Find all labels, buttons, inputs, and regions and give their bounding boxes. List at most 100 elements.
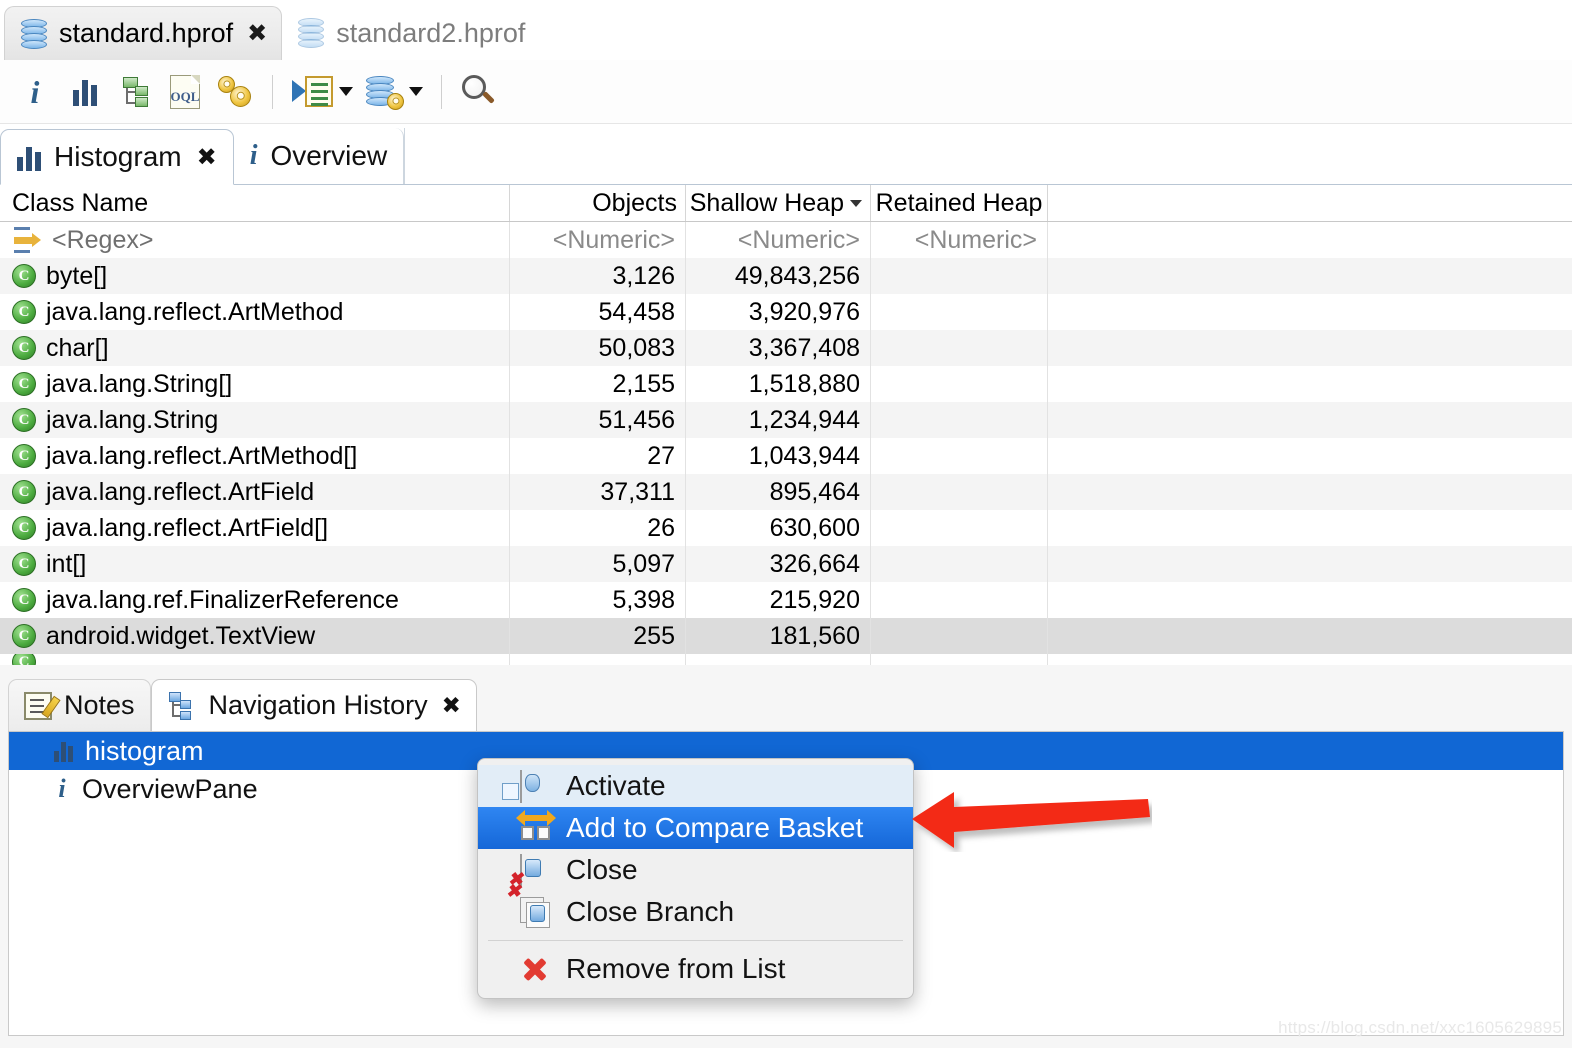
cell-class-name: C java.lang.String <box>0 402 510 438</box>
class-icon: C <box>12 336 36 360</box>
cell-class-name-label: java.lang.reflect.ArtField <box>46 477 315 506</box>
cell-objects: 54,458 <box>510 294 686 330</box>
table-row[interactable]: C int[] 5,097 326,664 <box>0 546 1572 582</box>
dominator-tree-button[interactable] <box>112 69 158 115</box>
table-row[interactable]: C android.widget.TextView 255 181,560 <box>0 618 1572 654</box>
cell-shallow-heap: 215,920 <box>686 582 871 618</box>
editor-tab-standard-hprof[interactable]: standard.hprof ✖ <box>4 6 283 60</box>
editor-tab-label: standard2.hprof <box>336 17 526 48</box>
cell-spacer <box>1048 582 1572 618</box>
find-button[interactable] <box>456 69 502 115</box>
calculate-retained-size-button[interactable] <box>212 69 258 115</box>
cell-class-name: C java.lang.reflect.ArtMethod[] <box>0 438 510 474</box>
cell-spacer <box>1048 546 1572 582</box>
table-row[interactable]: C java.lang.ref.FinalizerReference 5,398… <box>0 582 1572 618</box>
chevron-down-icon[interactable] <box>339 87 353 96</box>
cell-retained-heap <box>871 546 1048 582</box>
table-row[interactable]: C char[] 50,083 3,367,408 <box>0 330 1572 366</box>
filter-cell-retained-heap[interactable]: <Numeric> <box>871 222 1048 258</box>
column-header-objects[interactable]: Objects <box>510 185 686 221</box>
class-icon: C <box>12 624 36 648</box>
tab-label: Notes <box>64 690 135 720</box>
cell-retained-heap <box>871 366 1048 402</box>
menu-item-close-branch[interactable]: ✖ Close Branch <box>478 882 913 933</box>
table-row[interactable]: C java.lang.String 51,456 1,234,944 <box>0 402 1572 438</box>
filter-cell-class-name[interactable]: <Regex> <box>0 222 510 258</box>
filter-cell-shallow-heap[interactable]: <Numeric> <box>686 222 871 258</box>
table-header-row: Class Name Objects Shallow Heap Retained… <box>0 185 1572 222</box>
table-row[interactable]: C java.lang.reflect.ArtMethod 54,458 3,9… <box>0 294 1572 330</box>
cell-spacer <box>1048 258 1572 294</box>
chevron-down-icon[interactable] <box>409 87 423 96</box>
memory-analyzer-window: standard.hprof ✖ standard2.hprof i OQL H… <box>0 0 1572 1048</box>
tab-navigation-history[interactable]: Navigation History ✖ <box>150 679 477 731</box>
cell-spacer <box>1048 510 1572 546</box>
column-header-class-name[interactable]: Class Name <box>0 185 510 221</box>
tab-overview[interactable]: i Overview <box>234 128 405 184</box>
close-dump-icon: ✖ <box>508 854 550 888</box>
cell-shallow-heap: 181,560 <box>686 618 871 654</box>
class-icon: C <box>12 408 36 432</box>
cell-objects: 5,097 <box>510 546 686 582</box>
close-branch-icon: ✖ <box>506 882 550 928</box>
tab-label: Navigation History <box>208 690 428 720</box>
notes-icon <box>24 691 52 720</box>
cell-class-name-label: java.lang.ref.FinalizerReference <box>46 585 399 614</box>
cell-class-name: C char[] <box>0 330 510 366</box>
menu-item-label: Activate <box>566 770 666 801</box>
cell-shallow-heap: 49,843,256 <box>686 258 871 294</box>
filter-cell-objects[interactable]: <Numeric> <box>510 222 686 258</box>
cell-objects: 2,155 <box>510 366 686 402</box>
table-row[interactable]: C byte[] 3,126 49,843,256 <box>0 258 1572 294</box>
cell-class-name-label: int[] <box>46 549 87 578</box>
gears-icon <box>218 75 252 108</box>
cell-class-name-label: byte[] <box>46 261 108 290</box>
table-filter-row[interactable]: <Regex> <Numeric> <Numeric> <Numeric> <box>0 222 1572 258</box>
toolbar-separator <box>441 74 442 109</box>
tab-notes[interactable]: Notes <box>8 679 151 731</box>
table-row-partially-visible[interactable]: C <box>0 654 1572 665</box>
menu-item-remove-from-list[interactable]: Remove from List <box>478 948 913 990</box>
heap-dump-actions-button[interactable] <box>361 69 409 115</box>
column-header-shallow-heap-label: Shallow Heap <box>689 188 844 217</box>
class-icon: C <box>12 654 36 665</box>
column-header-shallow-heap[interactable]: Shallow Heap <box>686 185 871 221</box>
tab-histogram[interactable]: Histogram ✖ <box>0 129 234 185</box>
overview-info-button[interactable]: i <box>12 69 58 115</box>
table-row[interactable]: C java.lang.reflect.ArtField[] 26 630,60… <box>0 510 1572 546</box>
filter-placeholder-regex: <Regex> <box>52 225 154 254</box>
cell-class-name: C java.lang.reflect.ArtMethod <box>0 294 510 330</box>
histogram-button[interactable] <box>62 69 108 115</box>
cell-class-name-label: java.lang.reflect.ArtMethod <box>46 297 344 326</box>
tab-label: Overview <box>270 140 388 171</box>
cell-retained-heap <box>871 402 1048 438</box>
cell-class-name-label: java.lang.String <box>46 405 219 434</box>
oql-document-icon: OQL <box>170 74 200 109</box>
menu-item-activate[interactable]: Activate <box>478 765 913 807</box>
cell-spacer <box>1048 654 1572 665</box>
sort-descending-icon <box>850 199 862 207</box>
cell-spacer <box>1048 618 1572 654</box>
table-row[interactable]: C java.lang.String[] 2,155 1,518,880 <box>0 366 1572 402</box>
run-expert-system-test-button[interactable] <box>287 69 339 115</box>
table-row[interactable]: C java.lang.reflect.ArtField 37,311 895,… <box>0 474 1572 510</box>
cell-spacer <box>1048 294 1572 330</box>
menu-item-close[interactable]: ✖ Close <box>478 849 913 891</box>
editor-tab-standard2-hprof[interactable]: standard2.hprof <box>282 6 539 60</box>
menu-item-label: Add to Compare Basket <box>566 812 864 843</box>
menu-item-add-to-compare-basket[interactable]: Add to Compare Basket <box>478 807 913 849</box>
close-icon[interactable]: ✖ <box>247 21 267 46</box>
table-row[interactable]: C java.lang.reflect.ArtMethod[] 27 1,043… <box>0 438 1572 474</box>
menu-item-label: Close Branch <box>566 896 735 927</box>
close-icon[interactable]: ✖ <box>442 692 461 719</box>
cell-shallow-heap: 1,518,880 <box>686 366 871 402</box>
column-header-retained-heap[interactable]: Retained Heap <box>871 185 1048 221</box>
bottom-panel-tab-strip: Notes Navigation History ✖ <box>8 679 477 731</box>
oql-button[interactable]: OQL <box>162 69 208 115</box>
class-icon: C <box>12 444 36 468</box>
histogram-table: Class Name Objects Shallow Heap Retained… <box>0 185 1572 665</box>
close-icon[interactable]: ✖ <box>197 143 217 172</box>
compare-basket-icon <box>516 810 556 843</box>
main-toolbar: i OQL <box>0 60 1572 124</box>
class-icon: C <box>12 300 36 324</box>
